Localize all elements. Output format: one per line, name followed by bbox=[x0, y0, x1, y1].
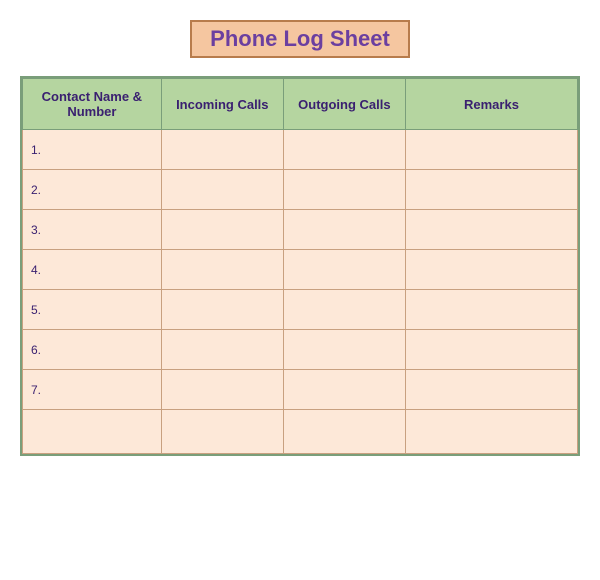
cell-outgoing-3[interactable] bbox=[283, 250, 405, 290]
phone-log-table: Contact Name & Number Incoming Calls Out… bbox=[20, 76, 580, 456]
cell-remarks-3[interactable] bbox=[405, 250, 577, 290]
header-contact: Contact Name & Number bbox=[23, 79, 162, 130]
header-outgoing: Outgoing Calls bbox=[283, 79, 405, 130]
cell-outgoing-1[interactable] bbox=[283, 170, 405, 210]
cell-contact-0[interactable]: 1. bbox=[23, 130, 162, 170]
cell-incoming-7[interactable] bbox=[161, 410, 283, 454]
table-row: 6. bbox=[23, 330, 578, 370]
cell-remarks-6[interactable] bbox=[405, 370, 577, 410]
cell-remarks-4[interactable] bbox=[405, 290, 577, 330]
table-header-row: Contact Name & Number Incoming Calls Out… bbox=[23, 79, 578, 130]
header-incoming: Incoming Calls bbox=[161, 79, 283, 130]
cell-contact-1[interactable]: 2. bbox=[23, 170, 162, 210]
cell-outgoing-6[interactable] bbox=[283, 370, 405, 410]
cell-remarks-7[interactable] bbox=[405, 410, 577, 454]
cell-contact-2[interactable]: 3. bbox=[23, 210, 162, 250]
cell-incoming-0[interactable] bbox=[161, 130, 283, 170]
cell-remarks-5[interactable] bbox=[405, 330, 577, 370]
header-remarks: Remarks bbox=[405, 79, 577, 130]
table-row: 5. bbox=[23, 290, 578, 330]
cell-outgoing-5[interactable] bbox=[283, 330, 405, 370]
cell-outgoing-4[interactable] bbox=[283, 290, 405, 330]
cell-incoming-3[interactable] bbox=[161, 250, 283, 290]
cell-outgoing-2[interactable] bbox=[283, 210, 405, 250]
table-row: 3. bbox=[23, 210, 578, 250]
cell-contact-6[interactable]: 7. bbox=[23, 370, 162, 410]
table-row: 2. bbox=[23, 170, 578, 210]
cell-contact-7[interactable] bbox=[23, 410, 162, 454]
cell-remarks-1[interactable] bbox=[405, 170, 577, 210]
cell-incoming-5[interactable] bbox=[161, 330, 283, 370]
cell-incoming-2[interactable] bbox=[161, 210, 283, 250]
table-row bbox=[23, 410, 578, 454]
cell-outgoing-0[interactable] bbox=[283, 130, 405, 170]
page-title: Phone Log Sheet bbox=[190, 20, 410, 58]
cell-contact-3[interactable]: 4. bbox=[23, 250, 162, 290]
cell-contact-4[interactable]: 5. bbox=[23, 290, 162, 330]
cell-remarks-2[interactable] bbox=[405, 210, 577, 250]
table-row: 4. bbox=[23, 250, 578, 290]
table-row: 7. bbox=[23, 370, 578, 410]
cell-incoming-1[interactable] bbox=[161, 170, 283, 210]
cell-outgoing-7[interactable] bbox=[283, 410, 405, 454]
table-row: 1. bbox=[23, 130, 578, 170]
cell-incoming-6[interactable] bbox=[161, 370, 283, 410]
cell-incoming-4[interactable] bbox=[161, 290, 283, 330]
cell-contact-5[interactable]: 6. bbox=[23, 330, 162, 370]
cell-remarks-0[interactable] bbox=[405, 130, 577, 170]
